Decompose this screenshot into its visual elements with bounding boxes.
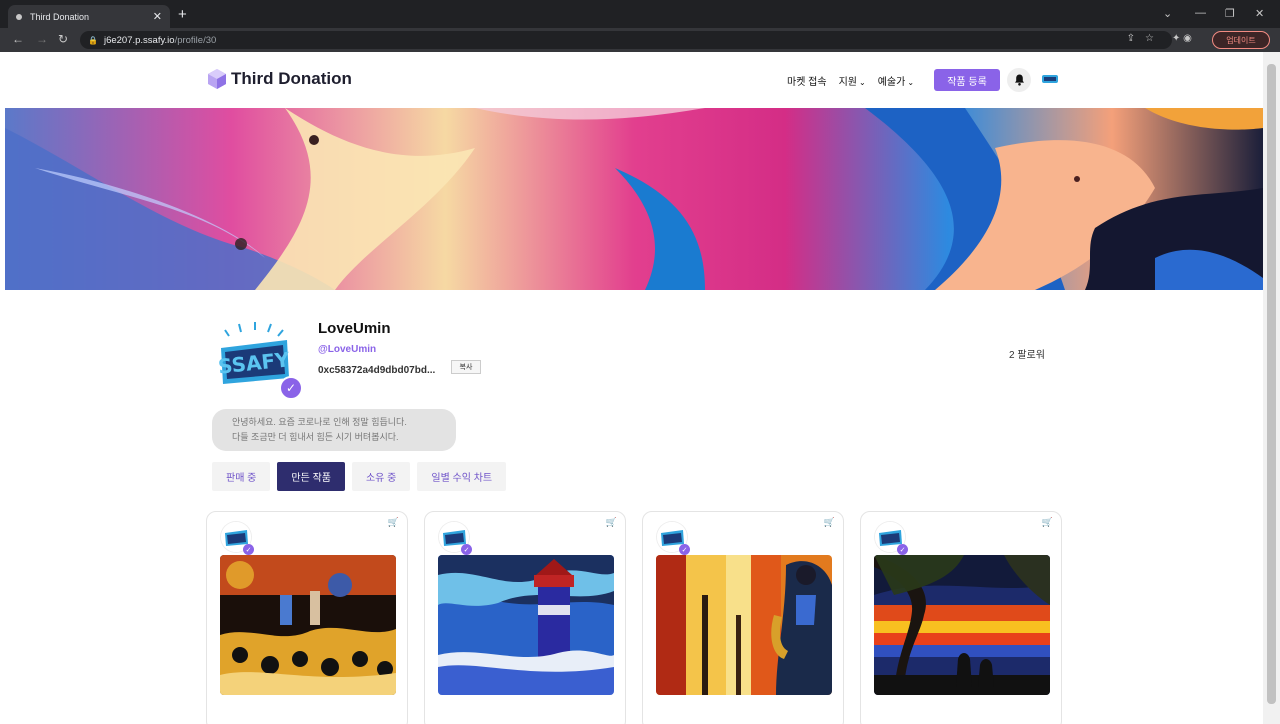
profile-name: LoveUmin [318, 320, 391, 337]
artwork-card[interactable]: ✓ 🛒 [424, 511, 626, 724]
bio-line: 안녕하세요. 요즘 코로나로 인해 정말 힘듭니다. [232, 417, 407, 427]
update-button[interactable]: 업데이트 [1212, 31, 1270, 49]
main-nav: 마켓 접속 지원 ⌄ 예술가 ⌄ [787, 73, 914, 88]
address-bar[interactable]: 🔒 j6e207.p.ssafy.io /profile/30 ⇪☆ [80, 31, 1172, 49]
tab-title: Third Donation [30, 11, 90, 22]
nav-artists[interactable]: 예술가 ⌄ [878, 73, 914, 88]
forward-icon[interactable]: → [36, 32, 48, 46]
tab-search-icon[interactable]: ⌄ [1163, 7, 1172, 20]
followers-count[interactable]: 2 팔로워 [1009, 346, 1045, 361]
artwork-card[interactable]: ✓ 🛒 [860, 511, 1062, 724]
artwork-image-saxophone[interactable] [656, 555, 832, 695]
profile-banner-image [5, 108, 1263, 290]
page-scrollbar[interactable] [1263, 52, 1280, 724]
nav-market[interactable]: 마켓 접속 [787, 73, 827, 88]
minimize-icon[interactable]: — [1195, 7, 1206, 19]
profile-bio: 안녕하세요. 요즘 코로나로 인해 정말 힘듭니다. 다들 조금만 더 힘내서 … [212, 409, 456, 451]
artwork-card[interactable]: ✓ 🛒 [206, 511, 408, 724]
lock-icon: 🔒 [88, 35, 98, 45]
cart-icon[interactable]: 🛒 [606, 517, 617, 528]
restore-icon[interactable]: ❐ [1225, 7, 1235, 20]
tab-created-works[interactable]: 만든 작품 [277, 462, 345, 491]
tab-daily-revenue-chart[interactable]: 일별 수익 차트 [417, 462, 507, 491]
browser-toolbar: ← → ↻ 🔒 j6e207.p.ssafy.io /profile/30 ⇪☆… [0, 28, 1280, 52]
wallet-address: 0xc58372a4d9dbd07bd... [318, 365, 436, 376]
tab-on-sale[interactable]: 판매 중 [212, 462, 271, 491]
cart-icon[interactable]: 🛒 [1042, 517, 1053, 528]
tab-owned[interactable]: 소유 중 [351, 462, 411, 491]
page: Third Donation 마켓 접속 지원 ⌄ 예술가 ⌄ 작품 등록 SS… [5, 52, 1263, 724]
browser-tab[interactable]: Third Donation ✕ [8, 5, 170, 28]
cart-icon[interactable]: 🛒 [388, 517, 399, 528]
artwork-image-lighthouse[interactable] [438, 555, 614, 695]
url-host: j6e207.p.ssafy.io [103, 34, 175, 46]
bio-line: 다들 조금만 더 힘내서 힘든 시기 버텨봅시다. [232, 432, 399, 442]
artwork-image-concert[interactable] [220, 555, 396, 695]
artwork-card[interactable]: ✓ 🛒 [642, 511, 844, 724]
chevron-down-icon: ⌄ [859, 78, 866, 87]
reload-icon[interactable]: ↻ [58, 32, 68, 46]
verified-icon: ✓ [897, 544, 908, 555]
profile-handle: @LoveUmin [318, 344, 377, 355]
close-icon[interactable]: ✕ [153, 10, 162, 23]
new-tab-icon[interactable]: + [178, 6, 187, 23]
cart-icon[interactable]: 🛒 [824, 517, 835, 528]
share-icon[interactable]: ⇪☆ [1127, 33, 1164, 44]
url-path: /profile/30 [174, 34, 217, 46]
verified-icon: ✓ [279, 376, 303, 400]
logo-icon[interactable] [208, 69, 226, 89]
browser-titlebar: Third Donation ✕ + ⌄ — ❐ ✕ [0, 0, 1280, 28]
verified-icon: ✓ [461, 544, 472, 555]
profile-tabs: 판매 중 만든 작품 소유 중 일별 수익 차트 [212, 462, 507, 491]
bell-icon[interactable] [1007, 68, 1031, 92]
artwork-grid: ✓ 🛒 ✓ 🛒 ✓ 🛒 ✓ 🛒 [206, 511, 1062, 724]
chevron-down-icon: ⌄ [907, 78, 915, 87]
favicon-icon [16, 13, 22, 20]
scrollbar-thumb[interactable] [1267, 64, 1276, 704]
artwork-image-sunset-dogs[interactable] [874, 555, 1050, 695]
register-artwork-button[interactable]: 작품 등록 [934, 69, 1000, 91]
nav-support[interactable]: 지원 ⌄ [839, 73, 866, 88]
copy-address-button[interactable]: 복사 [451, 360, 481, 374]
window-close-icon[interactable]: ✕ [1255, 7, 1264, 20]
site-header: Third Donation 마켓 접속 지원 ⌄ 예술가 ⌄ 작품 등록 [5, 52, 1263, 108]
verified-icon: ✓ [243, 544, 254, 555]
user-avatar[interactable] [1041, 72, 1059, 86]
logo-text[interactable]: Third Donation [231, 69, 352, 89]
back-icon[interactable]: ← [12, 32, 24, 46]
extensions-icon[interactable]: ✦ ◉ [1172, 33, 1192, 44]
verified-icon: ✓ [679, 544, 690, 555]
